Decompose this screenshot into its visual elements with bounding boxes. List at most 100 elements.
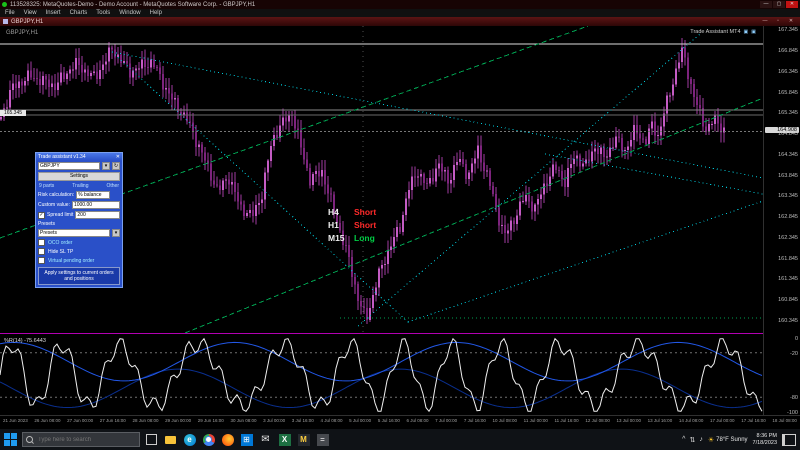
price-axis-label: 160.845 [778, 297, 798, 303]
time-axis[interactable]: 21 Jun 202326 Jun 08:0027 Jun 00:0027 Ju… [0, 415, 800, 429]
weather-text: 78°F Sunny [716, 437, 747, 443]
tab-parts[interactable]: 9 parts [39, 183, 54, 189]
mail-icon: ✉ [261, 434, 269, 445]
spread-limit-checkbox[interactable]: ✓ [38, 212, 45, 219]
price-axis-label: 160.345 [778, 318, 798, 324]
signal-row-h1: H1 Short [328, 219, 376, 232]
trade-assistant-label: Trade Assistant MT4 [690, 29, 740, 35]
taskbar-search[interactable] [22, 432, 140, 447]
file-explorer-icon [165, 436, 176, 444]
time-axis-label: 18 Jul 08:00 [772, 418, 797, 429]
time-axis-label: 29 Jun 00:00 [165, 418, 191, 429]
taskbar-icon-file-explorer[interactable] [163, 432, 178, 447]
indicator-label: %R(14) -75.6443 [4, 338, 46, 344]
weather-widget[interactable]: ☀ 78°F Sunny [708, 436, 748, 444]
price-axis-label: 164.845 [778, 131, 798, 137]
search-input[interactable] [36, 436, 136, 444]
time-axis-label: 30 Jun 08:00 [230, 418, 256, 429]
taskbar-icon-chrome[interactable] [201, 432, 216, 447]
panel-refresh-icon[interactable]: ↻ [112, 162, 120, 170]
taskbar-icon-excel[interactable]: X [277, 432, 292, 447]
price-axis[interactable]: 164.908 167.345166.845166.345165.845165.… [763, 26, 800, 415]
signal-direction: Short [354, 219, 376, 232]
signal-tf: M15 [328, 232, 354, 245]
taskbar-icon-metatrader[interactable]: M [296, 432, 311, 447]
tab-trailing[interactable]: Trailing [72, 183, 88, 189]
settings-button[interactable]: Settings [38, 172, 120, 181]
assistant-collapse-icon[interactable]: ▣ [751, 29, 756, 35]
custom-value-input[interactable]: 1000.00 [72, 201, 120, 209]
taskbar-icon-firefox[interactable] [220, 432, 235, 447]
signal-panel: H4 Short H1 Short M15 Long [328, 206, 376, 245]
menu-file[interactable]: File [5, 10, 15, 16]
network-icon[interactable]: ⇅ [689, 436, 695, 444]
notification-center-icon[interactable] [782, 434, 796, 446]
app-icon [2, 2, 7, 7]
chrome-icon [203, 434, 215, 446]
minimize-button[interactable]: — [760, 1, 772, 8]
taskbar-apps: e ⊞ ✉ XM = [144, 432, 330, 447]
time-axis-label: 7 Jul 16:00 [464, 418, 486, 429]
hidden-icons-chevron[interactable]: ^ [682, 436, 685, 444]
signal-direction: Short [354, 206, 376, 219]
panel-close-icon[interactable]: ✕ [116, 154, 120, 160]
chart-minimize-button[interactable]: — [759, 18, 771, 25]
start-button[interactable] [3, 432, 18, 447]
search-icon [26, 436, 33, 443]
custom-value-label: Custom value: [38, 202, 70, 208]
menu-tools[interactable]: Tools [96, 10, 110, 16]
close-button[interactable]: ✕ [786, 1, 798, 8]
chart-close-button[interactable]: ✕ [785, 18, 797, 25]
indicator-scale-label: 0 [795, 336, 798, 342]
price-axis-label: 165.345 [778, 110, 798, 116]
menu-help[interactable]: Help [150, 10, 162, 16]
taskbar-icon-calculator[interactable]: = [315, 432, 330, 447]
menu-bar: File View Insert Charts Tools Window Help [0, 9, 800, 17]
price-axis-label: 164.345 [778, 152, 798, 158]
panel-titlebar[interactable]: Trade assistant v1.34 ✕ [36, 153, 122, 161]
time-axis-label: 3 Jul 00:00 [263, 418, 285, 429]
symbol-select[interactable]: GBPJPY [38, 162, 100, 170]
assistant-settings-icon[interactable]: ▣ [744, 29, 749, 35]
signal-tf: H1 [328, 219, 354, 232]
price-axis-label: 161.345 [778, 276, 798, 282]
presets-dropdown-icon[interactable]: ▾ [112, 229, 120, 237]
signal-row-h4: H4 Short [328, 206, 376, 219]
risk-select[interactable]: % balance [76, 191, 110, 199]
chart-restore-button[interactable]: ▫ [772, 18, 784, 25]
time-axis-label: 27 Jun 16:00 [100, 418, 126, 429]
menu-view[interactable]: View [24, 10, 37, 16]
presets-select[interactable]: Presets [38, 229, 110, 237]
spread-limit-input[interactable]: 200 [75, 211, 120, 219]
menu-charts[interactable]: Charts [70, 10, 88, 16]
taskbar-clock[interactable]: 8:36 PM 7/18/2023 [753, 433, 777, 446]
menu-insert[interactable]: Insert [46, 10, 61, 16]
volume-icon[interactable]: ♪ [699, 436, 703, 444]
trade-assistant-badge: Trade Assistant MT4 ▣ ▣ [690, 29, 756, 35]
virtual-pending-checkbox[interactable] [38, 257, 45, 264]
presets-label: Presets [38, 221, 55, 227]
time-axis-label: 14 Jul 08:00 [679, 418, 704, 429]
time-axis-label: 5 Jul 00:00 [349, 418, 371, 429]
app-titlebar: 113528325: MetaQuotes-Demo - Demo Accoun… [0, 0, 800, 9]
price-axis-label: 163.345 [778, 193, 798, 199]
maximize-button[interactable]: ▢ [773, 1, 785, 8]
taskbar-icon-store[interactable]: ⊞ [239, 432, 254, 447]
oco-order-label: OCO order [48, 240, 72, 246]
risk-label: Risk calculation: [38, 192, 74, 198]
apply-settings-button[interactable]: Apply settings to current orders and pos… [38, 267, 120, 285]
tab-other[interactable]: Other [106, 183, 119, 189]
hide-sltp-checkbox[interactable] [38, 248, 45, 255]
windows-taskbar: e ⊞ ✉ XM = ^ ⇅ ♪ ☀ 78°F Sunny 8:36 PM 7/18/202… [0, 429, 800, 450]
time-axis-label: 11 Jul 00:00 [524, 418, 548, 429]
indicator-pane[interactable] [0, 336, 763, 415]
taskbar-icon-edge[interactable]: e [182, 432, 197, 447]
taskbar-icon-task-view[interactable] [144, 432, 159, 447]
symbol-dropdown-icon[interactable]: ▾ [102, 162, 110, 170]
symbol-watermark: GBPJPY,H1 [6, 30, 38, 36]
time-axis-label: 26 Jun 08:00 [34, 418, 60, 429]
left-price-tag: 165.345 [0, 110, 26, 116]
taskbar-icon-mail[interactable]: ✉ [258, 432, 273, 447]
oco-order-checkbox[interactable] [38, 239, 45, 246]
menu-window[interactable]: Window [119, 10, 140, 16]
